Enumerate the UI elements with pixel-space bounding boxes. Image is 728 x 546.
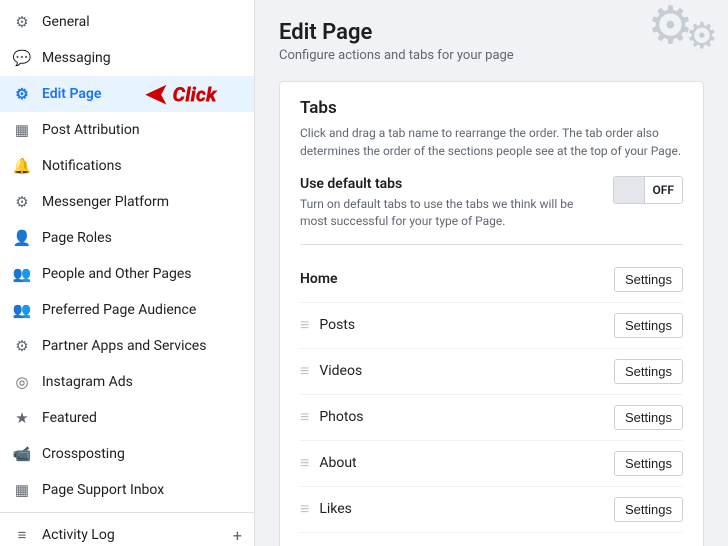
drag-handle-photos[interactable]: ≡ (300, 407, 309, 427)
sidebar-item-activity-log[interactable]: ≡ Activity Log + (0, 517, 254, 546)
sidebar-item-label: Activity Log (42, 527, 115, 543)
sidebar-item-crossposting[interactable]: 📹 Crossposting (0, 436, 254, 472)
default-tabs-text: Use default tabs Turn on default tabs to… (300, 176, 600, 230)
sidebar-item-label: Crossposting (42, 446, 125, 462)
tab-name-posts: Posts (319, 317, 614, 333)
sidebar-item-partner-apps[interactable]: ⚙ Partner Apps and Services (0, 328, 254, 364)
tab-name-about: About (319, 455, 614, 471)
sidebar-item-label: Edit Page (42, 86, 101, 102)
tab-row-photos: ≡ Photos Settings (300, 395, 683, 441)
preferred-page-audience-icon: 👥 (12, 300, 32, 320)
main-content: ⚙ ⚙ Edit Page Configure actions and tabs… (255, 0, 728, 546)
sidebar-item-label: Featured (42, 410, 97, 426)
sidebar-item-label: Messaging (42, 50, 111, 66)
sidebar-item-edit-page[interactable]: ⚙ Edit Page ➤ Click (0, 76, 254, 112)
drag-handle-about[interactable]: ≡ (300, 453, 309, 473)
instagram-ads-icon: ◎ (12, 372, 32, 392)
toggle-label: OFF (644, 177, 682, 203)
default-tabs-row: Use default tabs Turn on default tabs to… (300, 176, 683, 245)
bottom-arrow-icon: ➤ (437, 534, 470, 546)
tab-name-likes: Likes (319, 501, 614, 517)
bottom-click-annotation: ➤ Click (440, 542, 623, 546)
tab-settings-videos[interactable]: Settings (614, 359, 683, 384)
sidebar-item-notifications[interactable]: 🔔 Notifications (0, 148, 254, 184)
sidebar-item-page-support-inbox[interactable]: ▦ Page Support Inbox (0, 472, 254, 508)
messenger-platform-icon: ⚙ (12, 192, 32, 212)
notifications-icon: 🔔 (12, 156, 32, 176)
click-arrow-annotation: ➤ Click (145, 78, 217, 111)
tab-row-likes: ≡ Likes Settings (300, 487, 683, 533)
tab-row-videos: ≡ Videos Settings (300, 349, 683, 395)
sidebar-item-general[interactable]: ⚙ General (0, 4, 254, 40)
toggle-track (614, 177, 644, 203)
sidebar-item-label: General (42, 14, 90, 30)
tab-settings-home[interactable]: Settings (614, 267, 683, 292)
tab-settings-posts[interactable]: Settings (614, 313, 683, 338)
activity-log-icon: ≡ (12, 525, 32, 545)
sidebar-item-featured[interactable]: ★ Featured (0, 400, 254, 436)
tab-settings-about[interactable]: Settings (614, 451, 683, 476)
sidebar-divider (0, 512, 254, 513)
sidebar-item-messaging[interactable]: 💬 Messaging (0, 40, 254, 76)
page-header: Edit Page Configure actions and tabs for… (279, 20, 704, 63)
default-tabs-label: Use default tabs (300, 176, 600, 192)
tab-row-posts: ≡ Posts Settings (300, 303, 683, 349)
post-attribution-icon: ▦ (12, 120, 32, 140)
sidebar-item-label: Notifications (42, 158, 122, 174)
edit-page-icon: ⚙ (12, 84, 32, 104)
sidebar-item-label: Preferred Page Audience (42, 302, 196, 318)
page-subtitle: Configure actions and tabs for your page (279, 48, 704, 63)
tab-name-videos: Videos (319, 363, 614, 379)
sidebar-item-label: Partner Apps and Services (42, 338, 206, 354)
default-tabs-toggle[interactable]: OFF (613, 176, 683, 204)
drag-handle-likes[interactable]: ≡ (300, 499, 309, 519)
featured-icon: ★ (12, 408, 32, 428)
page-title: Edit Page (279, 20, 704, 45)
page-support-inbox-icon: ▦ (12, 480, 32, 500)
click-label: Click (172, 82, 216, 106)
expand-icon: + (233, 526, 242, 545)
tab-settings-photos[interactable]: Settings (614, 405, 683, 430)
tab-settings-likes[interactable]: Settings (614, 497, 683, 522)
sidebar-item-label: Page Support Inbox (42, 482, 164, 498)
sidebar-item-preferred-page-audience[interactable]: 👥 Preferred Page Audience (0, 292, 254, 328)
default-tabs-description: Turn on default tabs to use the tabs we … (300, 196, 600, 230)
sidebar-item-label: Instagram Ads (42, 374, 133, 390)
sidebar-item-label: Messenger Platform (42, 194, 169, 210)
sidebar-item-label: People and Other Pages (42, 266, 191, 282)
sidebar-item-post-attribution[interactable]: ▦ Post Attribution (0, 112, 254, 148)
sidebar-item-people-other-pages[interactable]: 👥 People and Other Pages (0, 256, 254, 292)
sidebar-item-label: Post Attribution (42, 122, 140, 138)
tabs-description: Click and drag a tab name to rearrange t… (300, 124, 683, 160)
tab-name-photos: Photos (319, 409, 614, 425)
arrow-icon: ➤ (145, 78, 168, 111)
sidebar: ⚙ General 💬 Messaging ⚙ Edit Page ➤ Clic… (0, 0, 255, 546)
page-roles-icon: 👤 (12, 228, 32, 248)
sidebar-item-page-roles[interactable]: 👤 Page Roles (0, 220, 254, 256)
sidebar-item-instagram-ads[interactable]: ◎ Instagram Ads (0, 364, 254, 400)
drag-handle-videos[interactable]: ≡ (300, 361, 309, 381)
people-other-pages-icon: 👥 (12, 264, 32, 284)
sidebar-item-messenger-platform[interactable]: ⚙ Messenger Platform (0, 184, 254, 220)
general-icon: ⚙ (12, 12, 32, 32)
drag-handle-posts[interactable]: ≡ (300, 315, 309, 335)
crossposting-icon: 📹 (12, 444, 32, 464)
messaging-icon: 💬 (12, 48, 32, 68)
tabs-header: Tabs (300, 98, 683, 118)
tabs-section: Tabs Click and drag a tab name to rearra… (279, 81, 704, 546)
partner-apps-icon: ⚙ (12, 336, 32, 356)
sidebar-item-label: Page Roles (42, 230, 112, 246)
tab-row-about: ≡ About Settings (300, 441, 683, 487)
tab-name-home: Home (300, 271, 614, 287)
tab-row-home: Home Settings (300, 257, 683, 303)
